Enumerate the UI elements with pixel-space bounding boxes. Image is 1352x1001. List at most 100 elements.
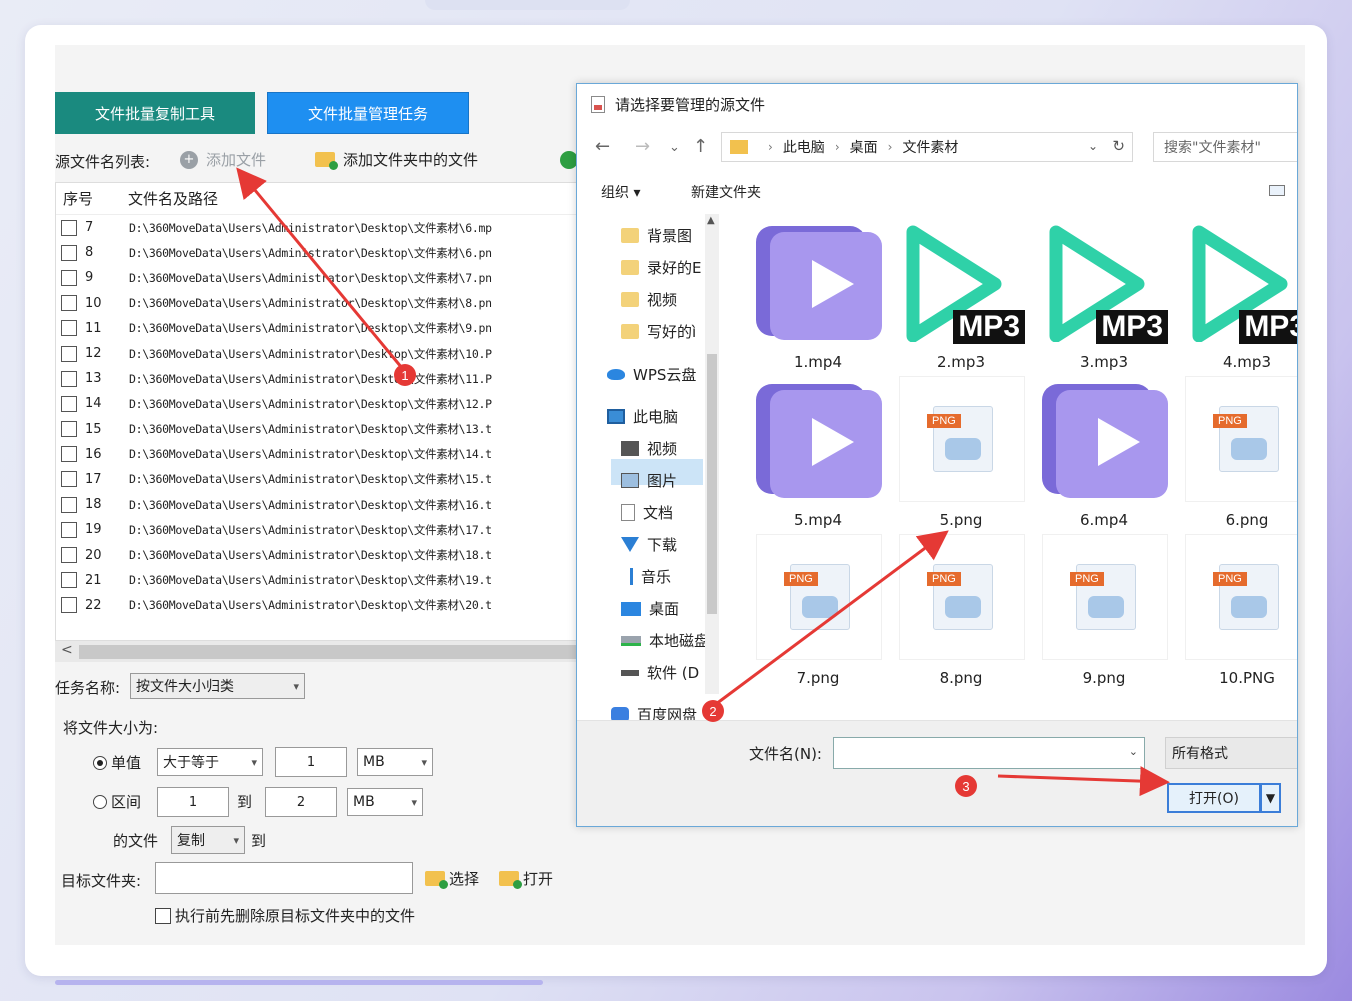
add-folder-button[interactable]: 添加文件夹中的文件 <box>315 149 478 170</box>
copy-tool-button[interactable]: 文件批量复制工具 <box>55 92 255 134</box>
table-row[interactable]: 8 D:\360MoveData\Users\Administrator\Desk… <box>56 240 584 265</box>
range-to-input[interactable]: 2 <box>265 787 337 817</box>
sidebar-item[interactable]: 文档 <box>621 502 673 523</box>
choose-folder-button[interactable]: 选择 <box>425 868 479 889</box>
sidebar-item[interactable]: 写好的ì <box>621 321 696 342</box>
file-item[interactable]: PNG 6.png <box>1182 376 1297 529</box>
recent-locations-icon[interactable]: ⌄ <box>669 140 680 155</box>
row-checkbox[interactable] <box>61 572 77 589</box>
horizontal-scrollbar[interactable]: < <box>55 640 585 662</box>
table-row[interactable]: 14 D:\360MoveData\Users\Administrator\Des… <box>56 391 584 416</box>
range-radio[interactable]: 区间 <box>93 791 141 812</box>
sidebar-item[interactable]: 视频 <box>621 289 677 310</box>
table-row[interactable]: 7 D:\360MoveData\Users\Administrator\Desk… <box>56 215 584 240</box>
organize-menu[interactable]: 组织 ▾ <box>601 182 640 202</box>
row-checkbox[interactable] <box>61 446 77 463</box>
filename-input[interactable]: ⌄ <box>833 737 1145 769</box>
file-item[interactable]: PNG 8.png <box>896 534 1026 687</box>
crumb-desktop[interactable]: 桌面 <box>850 137 878 157</box>
chevron-down-icon[interactable]: ⌄ <box>1129 745 1138 758</box>
view-options-icon[interactable] <box>1269 185 1285 196</box>
scroll-left-icon[interactable]: < <box>61 642 73 658</box>
file-item[interactable]: 6.mp4 <box>1039 376 1169 529</box>
open-button[interactable]: 打开(O) <box>1167 783 1261 813</box>
file-item[interactable]: MP3 2.mp3 <box>896 218 1026 371</box>
table-row[interactable]: 10 D:\360MoveData\Users\Administrator\Des… <box>56 291 584 316</box>
clear-target-checkbox[interactable]: 执行前先删除原目标文件夹中的文件 <box>155 905 415 926</box>
file-item[interactable]: PNG 7.png <box>753 534 883 687</box>
refresh-icon[interactable]: ↻ <box>1112 137 1125 155</box>
sidebar-item[interactable]: 本地磁盘 <box>621 630 709 651</box>
table-row[interactable]: 20 D:\360MoveData\Users\Administrator\Des… <box>56 542 584 567</box>
scroll-up-icon[interactable]: ▲ <box>707 215 715 226</box>
file-item[interactable]: PNG 9.png <box>1039 534 1169 687</box>
table-row[interactable]: 15 D:\360MoveData\Users\Administrator\Des… <box>56 417 584 442</box>
sidebar-item[interactable]: 音乐 <box>621 566 671 587</box>
sidebar-item[interactable]: 软件 (D <box>621 662 699 683</box>
manage-task-button[interactable]: 文件批量管理任务 <box>267 92 469 134</box>
sidebar-item[interactable]: 下载 <box>621 534 677 555</box>
table-row[interactable]: 18 D:\360MoveData\Users\Administrator\Des… <box>56 492 584 517</box>
row-checkbox[interactable] <box>61 244 77 261</box>
row-checkbox[interactable] <box>61 547 77 564</box>
range-unit-select[interactable]: MB ▾ <box>347 788 423 816</box>
action-select[interactable]: 复制 ▾ <box>171 826 245 854</box>
sidebar-item[interactable]: 桌面 <box>621 598 679 619</box>
compare-operator-select[interactable]: 大于等于 ▾ <box>157 748 263 776</box>
file-type-select[interactable]: 所有格式 <box>1165 737 1297 769</box>
table-row[interactable]: 11 D:\360MoveData\Users\Administrator\Des… <box>56 316 584 341</box>
table-row[interactable]: 17 D:\360MoveData\Users\Administrator\Des… <box>56 467 584 492</box>
chevron-down-icon[interactable]: ⌄ <box>1088 139 1098 153</box>
address-bar[interactable]: › 此电脑 › 桌面 › 文件素材 ⌄ ↻ <box>721 132 1133 162</box>
file-item[interactable]: PNG 10.PNG <box>1182 534 1297 687</box>
navigation-scroll-thumb[interactable] <box>707 354 717 614</box>
sidebar-item[interactable]: 图片 <box>621 470 677 491</box>
row-checkbox[interactable] <box>61 496 77 513</box>
table-row[interactable]: 16 D:\360MoveData\Users\Administrator\Des… <box>56 442 584 467</box>
sidebar-item[interactable]: 此电脑 <box>607 406 678 427</box>
row-checkbox[interactable] <box>61 320 77 337</box>
sidebar-item[interactable]: WPS云盘 <box>607 364 696 385</box>
sidebar-item[interactable]: 录好的E <box>621 257 701 278</box>
target-folder-input[interactable] <box>155 862 413 894</box>
add-file-button[interactable]: + 添加文件 <box>180 149 266 170</box>
single-unit-select[interactable]: MB ▾ <box>357 748 433 776</box>
file-item[interactable]: MP3 3.mp3 <box>1039 218 1169 371</box>
file-item[interactable]: MP3 4.mp3 <box>1182 218 1297 371</box>
table-row[interactable]: 12 D:\360MoveData\Users\Administrator\Des… <box>56 341 584 366</box>
new-folder-button[interactable]: 新建文件夹 <box>691 182 761 202</box>
row-checkbox[interactable] <box>61 219 77 236</box>
row-checkbox[interactable] <box>61 471 77 488</box>
table-row[interactable]: 21 D:\360MoveData\Users\Administrator\Des… <box>56 568 584 593</box>
row-checkbox[interactable] <box>61 345 77 362</box>
crumb-material-folder[interactable]: 文件素材 <box>902 137 958 157</box>
open-split-arrow[interactable]: ▼ <box>1261 783 1281 813</box>
task-name-select[interactable]: 按文件大小归类 ▾ <box>130 673 305 699</box>
row-checkbox[interactable] <box>61 421 77 438</box>
table-row[interactable]: 13 D:\360MoveData\Users\Administrator\Des… <box>56 366 584 391</box>
single-value-radio[interactable]: 单值 <box>93 752 141 773</box>
navigation-scrollbar[interactable]: ▲ <box>705 214 719 694</box>
table-row[interactable]: 9 D:\360MoveData\Users\Administrator\Desk… <box>56 265 584 290</box>
range-from-input[interactable]: 1 <box>157 787 229 817</box>
row-checkbox[interactable] <box>61 295 77 312</box>
open-folder-button[interactable]: 打开 <box>499 868 553 889</box>
back-icon[interactable]: ← <box>595 136 610 157</box>
table-row[interactable]: 19 D:\360MoveData\Users\Administrator\Des… <box>56 517 584 542</box>
file-item[interactable]: PNG 5.png <box>896 376 1026 529</box>
row-checkbox[interactable] <box>61 370 77 387</box>
up-folder-icon[interactable]: ↑ <box>693 136 708 157</box>
scroll-thumb[interactable] <box>79 645 579 659</box>
row-checkbox[interactable] <box>61 269 77 286</box>
row-checkbox[interactable] <box>61 395 77 412</box>
search-input[interactable]: 搜索"文件素材" <box>1153 132 1297 162</box>
sidebar-item[interactable]: 视频 <box>621 438 677 459</box>
single-value-input[interactable]: 1 <box>275 747 347 777</box>
crumb-this-pc[interactable]: 此电脑 <box>783 137 825 157</box>
forward-icon[interactable]: → <box>635 136 650 157</box>
row-checkbox[interactable] <box>61 521 77 538</box>
sidebar-item[interactable]: 背景图 <box>621 225 692 246</box>
file-item[interactable]: 1.mp4 <box>753 218 883 371</box>
row-checkbox[interactable] <box>61 597 77 614</box>
table-row[interactable]: 22 D:\360MoveData\Users\Administrator\Des… <box>56 593 584 618</box>
